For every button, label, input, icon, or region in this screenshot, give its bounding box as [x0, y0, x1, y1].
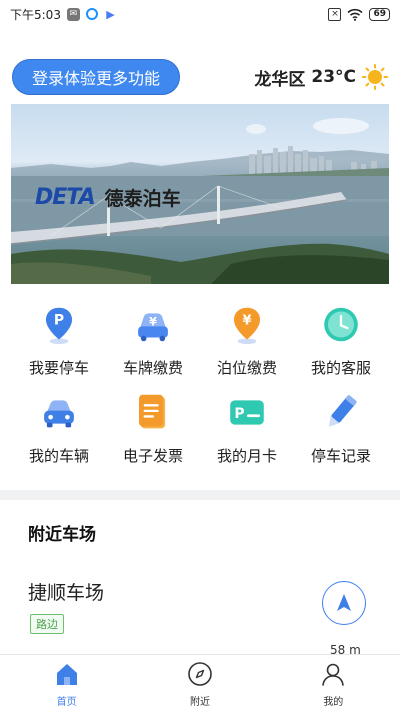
menu-label: 我的车辆 — [28, 447, 89, 465]
parking-lot-name[interactable]: 捷顺车场 — [28, 578, 104, 605]
menu-item-plate-pay[interactable]: ¥ 车牌缴费 — [106, 304, 200, 378]
login-button[interactable]: 登录体验更多功能 — [12, 59, 180, 95]
status-bar: 下午5:03 ✉ ▶ × 69 — [0, 0, 400, 28]
tab-home[interactable]: 首页 — [0, 655, 133, 711]
play-notification-icon: ▶ — [106, 7, 115, 21]
menu-label: 停车记录 — [310, 447, 371, 465]
parking-card-icon: P — [230, 400, 264, 425]
bottom-tab-bar: 首页 附近 我的 — [0, 654, 400, 711]
user-icon — [322, 663, 345, 686]
status-time: 下午5:03 — [10, 7, 61, 22]
home-icon — [56, 664, 77, 685]
pencil-icon — [329, 395, 357, 427]
menu-label: 我的月卡 — [216, 447, 277, 465]
status-left: 下午5:03 ✉ ▶ — [10, 6, 117, 23]
compass-icon — [188, 662, 212, 686]
menu-label: 车牌缴费 — [122, 359, 183, 377]
banner-logo: DETA 德泰泊车 — [35, 184, 181, 211]
menu-item-records[interactable]: 停车记录 — [294, 392, 388, 466]
tab-label: 首页 — [56, 697, 77, 708]
menu-label: 泊位缴费 — [216, 359, 277, 377]
battery-indicator: 69 — [369, 7, 390, 21]
svg-text:¥: ¥ — [242, 314, 251, 329]
promo-banner[interactable]: DETA 德泰泊车 — [11, 104, 389, 284]
yen-pin-icon: ¥ — [233, 307, 261, 345]
menu-item-monthly-card[interactable]: P 我的月卡 — [200, 392, 294, 466]
tab-nearby[interactable]: 附近 — [133, 655, 266, 711]
clock-icon — [324, 307, 358, 342]
nearby-section-title: 附近车场 — [28, 525, 96, 545]
menu-item-park[interactable]: P 我要停车 — [12, 304, 106, 378]
parking-lot-tag: 路边 — [30, 614, 64, 634]
tab-label: 我的 — [323, 697, 344, 708]
car-icon — [44, 400, 74, 428]
menu-item-vehicles[interactable]: 我的车辆 — [12, 392, 106, 466]
function-grid: P 我要停车 ¥ 车牌缴费 ¥ 泊位缴费 我的客服 我的车辆 电子发票 P 我的… — [12, 304, 388, 466]
menu-item-invoice[interactable]: 电子发票 — [106, 392, 200, 466]
logo-mark: DETA — [35, 185, 96, 210]
tab-label: 附近 — [189, 697, 210, 708]
temperature-label: 23°C — [311, 67, 356, 87]
location-label: 龙华区 — [254, 69, 306, 90]
browser-notification-icon — [85, 8, 98, 20]
navigation-arrow-icon — [337, 594, 351, 611]
status-right: × 69 — [328, 7, 390, 21]
menu-label: 电子发票 — [122, 447, 183, 465]
navigate-button[interactable] — [322, 581, 366, 625]
menu-label: 我要停车 — [28, 359, 89, 377]
menu-item-service[interactable]: 我的客服 — [294, 304, 388, 378]
menu-label: 我的客服 — [310, 359, 371, 377]
menu-item-berth-pay[interactable]: ¥ 泊位缴费 — [200, 304, 294, 378]
wifi-icon — [347, 8, 364, 21]
notification-app-icon: ✉ — [66, 7, 80, 21]
svg-text:P: P — [54, 313, 64, 329]
logo-text: 德泰泊车 — [104, 188, 181, 210]
svg-text:P: P — [234, 406, 244, 422]
svg-text:¥: ¥ — [149, 315, 157, 328]
sim-icon: × — [328, 7, 342, 21]
sun-icon — [362, 64, 388, 90]
tab-mine[interactable]: 我的 — [267, 655, 400, 711]
parking-pin-icon: P — [45, 307, 73, 345]
car-plate-pay-icon: ¥ — [138, 313, 168, 342]
header: 登录体验更多功能 龙华区 23°C — [12, 58, 388, 96]
invoice-icon — [139, 394, 166, 429]
weather-widget: 龙华区 23°C — [254, 64, 388, 90]
section-divider — [0, 490, 400, 500]
